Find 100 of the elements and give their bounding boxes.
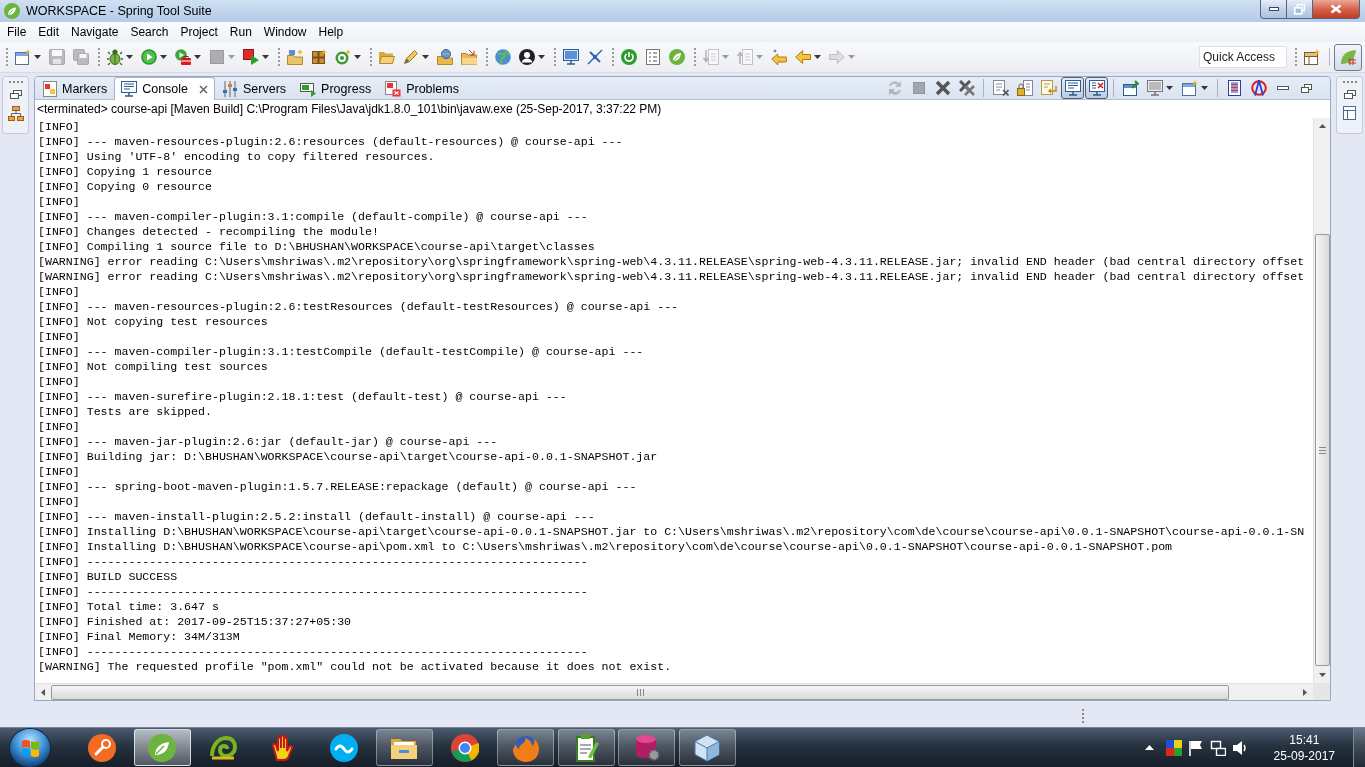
console-line: [INFO] --- maven-compiler-plugin:3.1:testCompile (default-testCompile) @ course-api --- xyxy=(38,344,644,359)
caret-icon xyxy=(1166,86,1173,90)
left-triangle-icon[interactable] xyxy=(41,688,45,696)
taskbar-button[interactable] xyxy=(557,729,615,766)
arrow-star-icon xyxy=(771,49,787,65)
up-triangle-icon[interactable] xyxy=(1318,124,1326,128)
folder-sparkle-icon xyxy=(287,49,303,65)
globe-icon xyxy=(495,49,511,65)
console-line: [INFO] xyxy=(38,119,80,134)
restore-button[interactable] xyxy=(1287,0,1313,19)
menu-item[interactable]: Navigate xyxy=(65,22,125,42)
restore-icon[interactable] xyxy=(9,90,22,99)
monitor-icon xyxy=(563,49,579,65)
document-down-arrow-icon xyxy=(703,49,719,65)
sliders-icon xyxy=(222,80,239,97)
network-icon[interactable] xyxy=(1209,739,1226,756)
menu-item[interactable]: Search xyxy=(124,22,175,42)
caret-icon xyxy=(848,55,855,59)
view-tab[interactable]: Problems xyxy=(378,77,466,99)
show-desktop-button[interactable] xyxy=(1353,728,1365,767)
document-x-icon xyxy=(992,80,1009,96)
menu-item[interactable]: Project xyxy=(174,22,224,42)
menu-item[interactable]: Edit xyxy=(32,22,66,42)
caret-icon xyxy=(814,55,821,59)
console-line: [INFO] --- maven-resources-plugin:2.6:testResources (default-testResources) @ course-api --- xyxy=(38,299,679,314)
quick-access-field[interactable]: Quick Access xyxy=(1199,46,1287,68)
close-button[interactable] xyxy=(1313,0,1360,19)
close-icon[interactable] xyxy=(199,84,209,94)
pen-icon xyxy=(403,49,419,65)
view-tab[interactable]: Console xyxy=(114,77,216,100)
caret-icon xyxy=(1201,86,1208,90)
up-caret-icon[interactable] xyxy=(1144,745,1154,750)
monitor-document-icon xyxy=(121,81,138,97)
console-line: [INFO] --- spring-boot-maven-plugin:1.5.7.RELEASE:repackage (default) @ course-api --- xyxy=(38,479,637,494)
wave-circle-icon xyxy=(329,733,358,762)
caret-icon xyxy=(194,55,201,59)
speaker-icon[interactable] xyxy=(1231,739,1248,756)
document-up-arrow-icon xyxy=(737,49,753,65)
caret-icon xyxy=(722,55,729,59)
person-circle-icon xyxy=(519,49,535,65)
caret-icon xyxy=(160,55,167,59)
console-line: [INFO] Total time: 3.647 s xyxy=(38,599,219,614)
menu-item[interactable]: Window xyxy=(257,22,313,42)
cube-icon xyxy=(693,733,722,762)
marked-document-icon xyxy=(43,80,57,97)
square-play-icon xyxy=(243,49,259,65)
taskbar-button[interactable] xyxy=(375,729,433,766)
scrollbar-thumb[interactable] xyxy=(1314,234,1330,666)
open-folder-icon xyxy=(379,49,395,65)
restore-icon[interactable] xyxy=(1343,90,1356,99)
view-tab[interactable]: Markers xyxy=(36,77,115,99)
console-line: [INFO] xyxy=(38,494,80,509)
console-line: [INFO] Building jar: D:\BHUSHAN\WORKSPACE\course-api\target\course-api-0.0.1-SNAPSHOT.jar xyxy=(38,449,658,464)
menu-item[interactable]: Help xyxy=(312,22,350,42)
pinwheel-circle-icon xyxy=(451,733,480,762)
caret-icon xyxy=(538,55,545,59)
caret-icon xyxy=(354,55,361,59)
vertical-scrollbar[interactable] xyxy=(1313,118,1330,683)
console-line: [INFO] --- maven-compiler-plugin:3.1:compile (default-compile) @ course-api --- xyxy=(38,209,588,224)
minimize-button[interactable] xyxy=(1260,0,1287,19)
bug-icon xyxy=(107,49,123,65)
console-line: [INFO] Changes detected - recompiling the module! xyxy=(38,224,379,239)
toolbar-button[interactable] xyxy=(1061,77,1084,99)
hierarchy-icon[interactable] xyxy=(7,106,24,121)
stop-square-icon xyxy=(910,80,927,96)
view-tab[interactable]: Progress xyxy=(293,77,379,99)
caret-icon xyxy=(262,55,269,59)
console-line: [WARNING] error reading C:\Users\mshriwas\.m2\repository\org\springframework\spring-web\4.3.11.RELEASE\spring-web-4.3.11.RELEASE.jar; invalid END header (bad central directory offset xyxy=(38,254,1305,269)
leaf-icon xyxy=(4,3,20,19)
ring-triangle-icon xyxy=(1250,80,1267,96)
flag-icon[interactable] xyxy=(1187,739,1204,756)
wrench-circle-icon xyxy=(87,733,116,762)
down-triangle-icon[interactable] xyxy=(1318,673,1326,677)
console-line: [INFO] Copying 1 resource xyxy=(38,164,212,179)
taskbar-button[interactable] xyxy=(678,729,736,766)
color-grid-icon[interactable] xyxy=(1165,739,1182,756)
play-circle-icon xyxy=(141,49,157,65)
start-button[interactable] xyxy=(10,728,50,767)
window-title: WORKSPACE - Spring Tool Suite xyxy=(26,4,212,18)
right-triangle-icon[interactable] xyxy=(1303,688,1307,696)
console-description: <terminated> course-api [Maven Build] C:\Program Files\Java\jdk1.8.0_101\bin\javaw.exe (25-Sep-2017, 3:37:22 PM) xyxy=(36,101,662,118)
menu-item[interactable]: Run xyxy=(223,22,258,42)
progress-bar-icon xyxy=(300,80,317,97)
view-tab[interactable]: Servers xyxy=(215,77,294,99)
console-line: [INFO] xyxy=(38,374,80,389)
caret-icon xyxy=(34,55,41,59)
caret-icon xyxy=(228,55,235,59)
menu-item[interactable]: File xyxy=(1,22,33,42)
console-line: [INFO] Compiling 1 source file to D:\BHUSHAN\WORKSPACE\course-api\target\classes xyxy=(38,239,595,254)
console-line: [INFO] Not compiling test sources xyxy=(38,359,268,374)
close-icon xyxy=(1330,4,1342,14)
console-line: [INFO] ------------------------------------------------------------------------ xyxy=(38,584,588,599)
scrollbar-corner xyxy=(1313,683,1330,700)
panel-icon[interactable] xyxy=(1343,106,1356,120)
taskbar-button[interactable] xyxy=(133,729,191,766)
console-line: [INFO] Finished at: 2017-09-25T15:37:27+05:30 xyxy=(38,614,352,629)
toolbar-button[interactable] xyxy=(1085,77,1108,99)
window-pin-icon xyxy=(1122,80,1139,96)
perspective-button[interactable] xyxy=(1334,43,1362,71)
console-line: [INFO] --- maven-jar-plugin:2.6:jar (default-jar) @ course-api --- xyxy=(38,434,498,449)
